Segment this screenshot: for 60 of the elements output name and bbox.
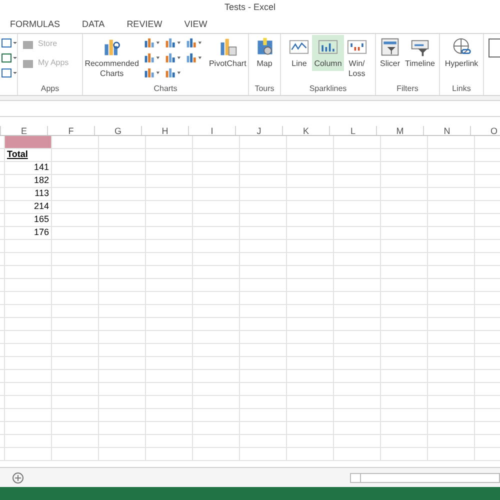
chart-question-icon [102,37,122,57]
cell-number: 113 [34,187,49,200]
column-header[interactable]: I [189,126,236,135]
cell-number: 182 [34,174,49,188]
column-header[interactable]: G [95,126,142,135]
group-label: Tours [254,83,274,95]
column-header[interactable]: H [142,126,189,135]
ribbon-small-icon[interactable] [1,37,17,49]
cell-number: 165 [34,213,49,226]
group-label: Charts [154,83,178,95]
column-header[interactable]: F [48,126,95,135]
column-header[interactable]: E [1,126,48,135]
ribbon-button[interactable]: Map [252,35,276,71]
ribbon-button[interactable]: Column [312,35,344,71]
column-header[interactable]: L [330,126,377,135]
ribbon-button[interactable]: Win/ Loss [344,35,369,81]
timeline-filter-icon [410,37,430,57]
ribbon-button[interactable]: PivotChart [206,35,248,71]
chart-type-icon[interactable] [144,37,162,48]
ribbon-small-icon[interactable] [1,52,17,64]
line-sparkline-icon [289,37,310,57]
slicer-filter-icon [380,37,400,57]
cell-number: 214 [34,200,49,214]
column-header[interactable]: K [283,126,330,135]
text-box-icon[interactable] [488,38,500,58]
group-label: Links [452,83,471,95]
column-header[interactable]: N [424,126,471,135]
group-label: Sparklines [309,83,347,95]
cell-number: 141 [34,161,49,174]
ribbon-small-icon[interactable] [1,67,17,79]
ribbon-button[interactable]: Hyperlink [442,35,480,71]
chart-type-icon[interactable] [144,67,162,78]
ribbon-tab[interactable]: VIEW [184,18,208,32]
horizontal-scrollbar[interactable] [350,472,500,482]
cell-number: 176 [34,226,49,240]
ribbon-button[interactable]: Recommended Charts [82,35,141,81]
win-loss-sparkline-icon [346,37,367,57]
group-label: Apps [40,83,60,95]
chart-type-icon[interactable] [144,52,162,63]
chart-type-icon[interactable] [186,37,204,48]
cell-text: Total [7,148,28,162]
add-sheet-icon[interactable] [12,472,24,484]
chart-type-icon[interactable] [186,52,204,63]
column-header[interactable]: J [236,126,283,135]
globe-link-icon [452,37,472,57]
chart-type-icon[interactable] [164,67,183,78]
ribbon-button[interactable]: Slicer [378,35,402,71]
group-label: Filters [396,83,418,95]
ribbon-button[interactable]: Line [287,35,312,71]
ribbon-tab[interactable]: REVIEW [126,18,162,32]
ribbon-tab[interactable]: FORMULAS [10,18,60,32]
column-header[interactable]: O [471,126,500,135]
ribbon-button[interactable]: Timeline [403,35,437,71]
window-title: Tests - Excel [224,1,276,14]
pivot-chart-icon [218,37,238,57]
chart-type-icon[interactable] [164,37,183,48]
column-sparkline-icon [318,37,338,57]
column-header[interactable]: M [377,126,424,135]
chart-type-icon[interactable] [164,52,183,63]
ribbon-tab[interactable]: DATA [82,18,105,32]
